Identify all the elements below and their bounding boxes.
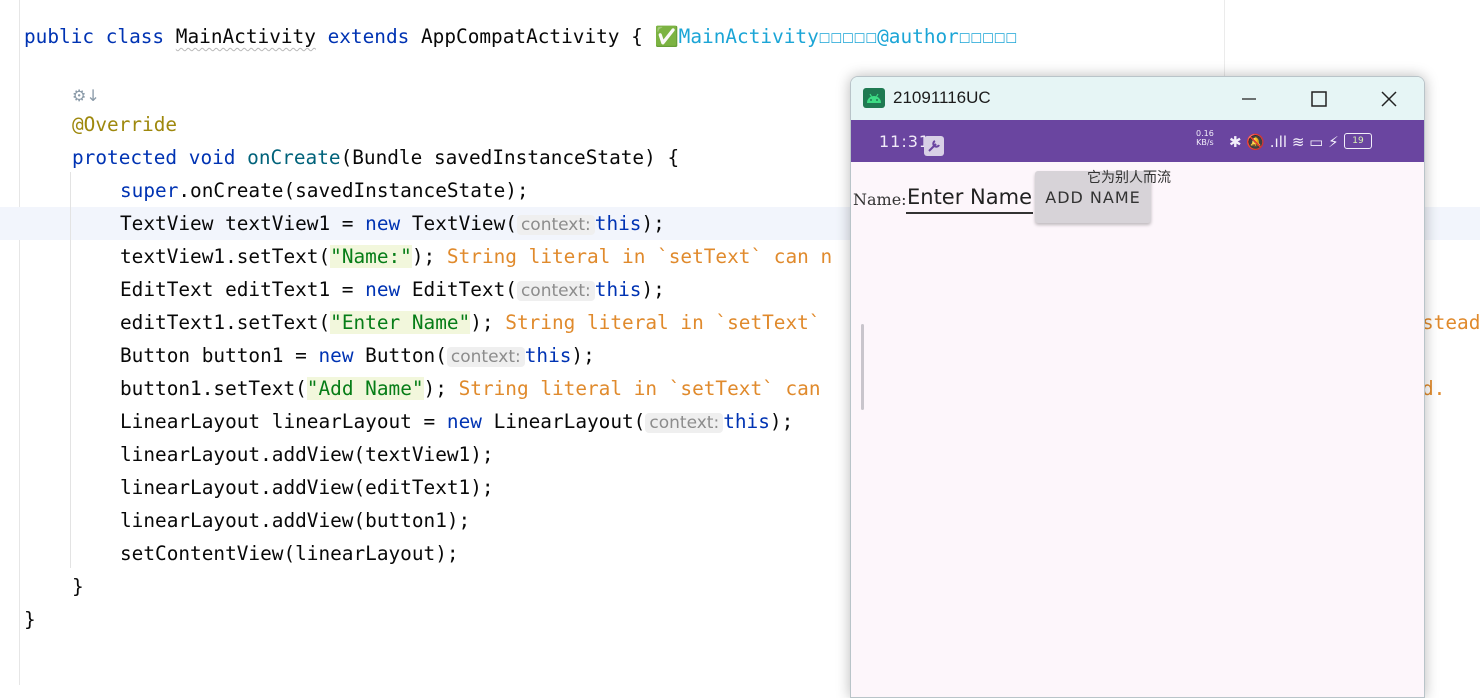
inline-warning-tail: stead xyxy=(1422,311,1480,334)
string-literal: "Name:" xyxy=(330,245,412,268)
override-gutter-icon[interactable]: ⚙↓ xyxy=(72,86,100,106)
keyword: this xyxy=(524,344,572,367)
class-name: MainActivity xyxy=(175,25,316,48)
code-line-7[interactable]: textView1.setText("Name:"); String liter… xyxy=(120,240,832,273)
emulator-title: 21091116UC xyxy=(893,88,991,107)
name-edit-text[interactable]: Enter Name xyxy=(906,185,1033,214)
inline-warning[interactable]: String literal in `setText` can xyxy=(459,377,821,400)
code-text: ); xyxy=(769,410,794,433)
indent-guide xyxy=(70,172,71,568)
keyword: new xyxy=(365,212,401,235)
code-line-16[interactable]: setContentView(linearLayout); xyxy=(120,537,459,570)
keyword: void xyxy=(188,146,236,169)
code-text: ); xyxy=(423,377,447,400)
net-speed-unit: KB/s xyxy=(1196,138,1214,147)
wrench-icon xyxy=(924,136,944,156)
string-literal: "Add Name" xyxy=(306,377,424,400)
code-text: editText1.setText( xyxy=(120,311,331,334)
minimize-button[interactable] xyxy=(1214,77,1284,120)
code-line-14[interactable]: linearLayout.addView(editText1); xyxy=(120,471,494,504)
code-text: LinearLayout linearLayout = xyxy=(120,410,447,433)
brace: { xyxy=(631,25,643,48)
code-line-8[interactable]: EditText editText1 = new EditText(contex… xyxy=(120,273,665,306)
keyword: public xyxy=(24,25,95,48)
maximize-button[interactable] xyxy=(1284,77,1354,120)
code-text: Button( xyxy=(353,344,447,367)
code-text: ); xyxy=(571,344,595,367)
string-literal: "Enter Name" xyxy=(330,311,471,334)
name-label: Name: xyxy=(853,190,907,209)
inline-warning[interactable]: String literal in `setText` xyxy=(505,311,820,334)
watermark-text: 它为别人而流 xyxy=(1087,170,1171,186)
net-speed: 0.16 KB/s xyxy=(1196,129,1214,147)
keyword: new xyxy=(446,410,482,433)
ai-suggestion-hint[interactable]: ✅MainActivity☐☐☐☐☐@author☐☐☐☐☐ xyxy=(655,25,1018,48)
parameter-hint: context: xyxy=(446,347,525,367)
battery-icon: 19 xyxy=(1344,133,1372,149)
inline-warning[interactable]: String literal in `setText` can n xyxy=(447,245,832,268)
code-text: LinearLayout( xyxy=(481,410,646,433)
keyword: class xyxy=(105,25,165,48)
emulator-window[interactable]: 21091116UC 11:31 0.16 KB/s ✱ 🔕 .ıll ≋ ▭ ⚡… xyxy=(850,76,1425,698)
method-name: onCreate xyxy=(247,146,341,169)
code-line-11[interactable]: button1.setText("Add Name"); String lite… xyxy=(120,372,821,405)
code-line-3[interactable]: @Override xyxy=(72,108,177,141)
gutter-divider xyxy=(19,0,20,685)
emulator-title-bar[interactable]: 21091116UC xyxy=(851,77,1424,120)
code-line-4[interactable]: protected void onCreate(Bundle savedInst… xyxy=(72,141,679,174)
close-icon xyxy=(1381,90,1397,107)
keyword: this xyxy=(594,278,642,301)
keyword: new xyxy=(365,278,401,301)
status-icons: ✱ 🔕 .ıll ≋ ▭ ⚡ xyxy=(1229,133,1339,151)
code-line-1[interactable]: public class MainActivity extends AppCom… xyxy=(24,20,1017,53)
code-text: EditText( xyxy=(400,278,517,301)
code-line-9[interactable]: editText1.setText("Enter Name"); String … xyxy=(120,306,820,339)
code-line-15[interactable]: linearLayout.addView(button1); xyxy=(120,504,470,537)
params: (Bundle savedInstanceState) { xyxy=(340,146,680,169)
status-clock: 11:31 xyxy=(879,132,931,151)
keyword: extends xyxy=(327,25,410,48)
code-line-10[interactable]: Button button1 = new Button(context: this… xyxy=(120,339,595,372)
code-line-18[interactable]: } xyxy=(24,603,36,636)
android-icon xyxy=(863,88,885,108)
scrollbar[interactable] xyxy=(861,324,864,410)
keyword: this xyxy=(594,212,642,235)
code-text: Button button1 = xyxy=(120,344,319,367)
parameter-hint: context: xyxy=(645,413,724,433)
keyword: super xyxy=(120,179,179,202)
keyword: this xyxy=(723,410,770,433)
net-speed-value: 0.16 xyxy=(1196,129,1214,138)
code-text: textView1.setText( xyxy=(120,245,331,268)
parent-class: AppCompatActivity xyxy=(421,25,620,48)
code-text: ); xyxy=(411,245,436,268)
maximize-icon xyxy=(1311,90,1327,107)
code-text: TextView textView1 = xyxy=(120,212,366,235)
code-text: ); xyxy=(641,278,665,301)
code-text: EditText editText1 = xyxy=(120,278,366,301)
code-text: TextView( xyxy=(400,212,517,235)
code-text: ); xyxy=(470,311,494,334)
code-line-12[interactable]: LinearLayout linearLayout = new LinearLa… xyxy=(120,405,793,438)
code-text: button1.setText( xyxy=(120,377,307,400)
code-line-13[interactable]: linearLayout.addView(textView1); xyxy=(120,438,494,471)
close-button[interactable] xyxy=(1354,77,1424,120)
code-text: .onCreate(savedInstanceState); xyxy=(178,179,529,202)
app-screen[interactable] xyxy=(851,162,1424,697)
parameter-hint: context: xyxy=(516,281,595,301)
minimize-icon xyxy=(1242,97,1256,100)
code-text: ); xyxy=(641,212,665,235)
code-line-5[interactable]: super.onCreate(savedInstanceState); xyxy=(120,174,529,207)
parameter-hint: context: xyxy=(516,215,595,235)
annotation: @Override xyxy=(72,113,178,136)
code-line-6[interactable]: TextView textView1 = new TextView(contex… xyxy=(120,207,665,240)
keyword: new xyxy=(318,344,354,367)
keyword: protected xyxy=(72,146,178,169)
inline-warning-tail: d. xyxy=(1422,377,1446,400)
code-line-17[interactable]: } xyxy=(72,570,84,603)
